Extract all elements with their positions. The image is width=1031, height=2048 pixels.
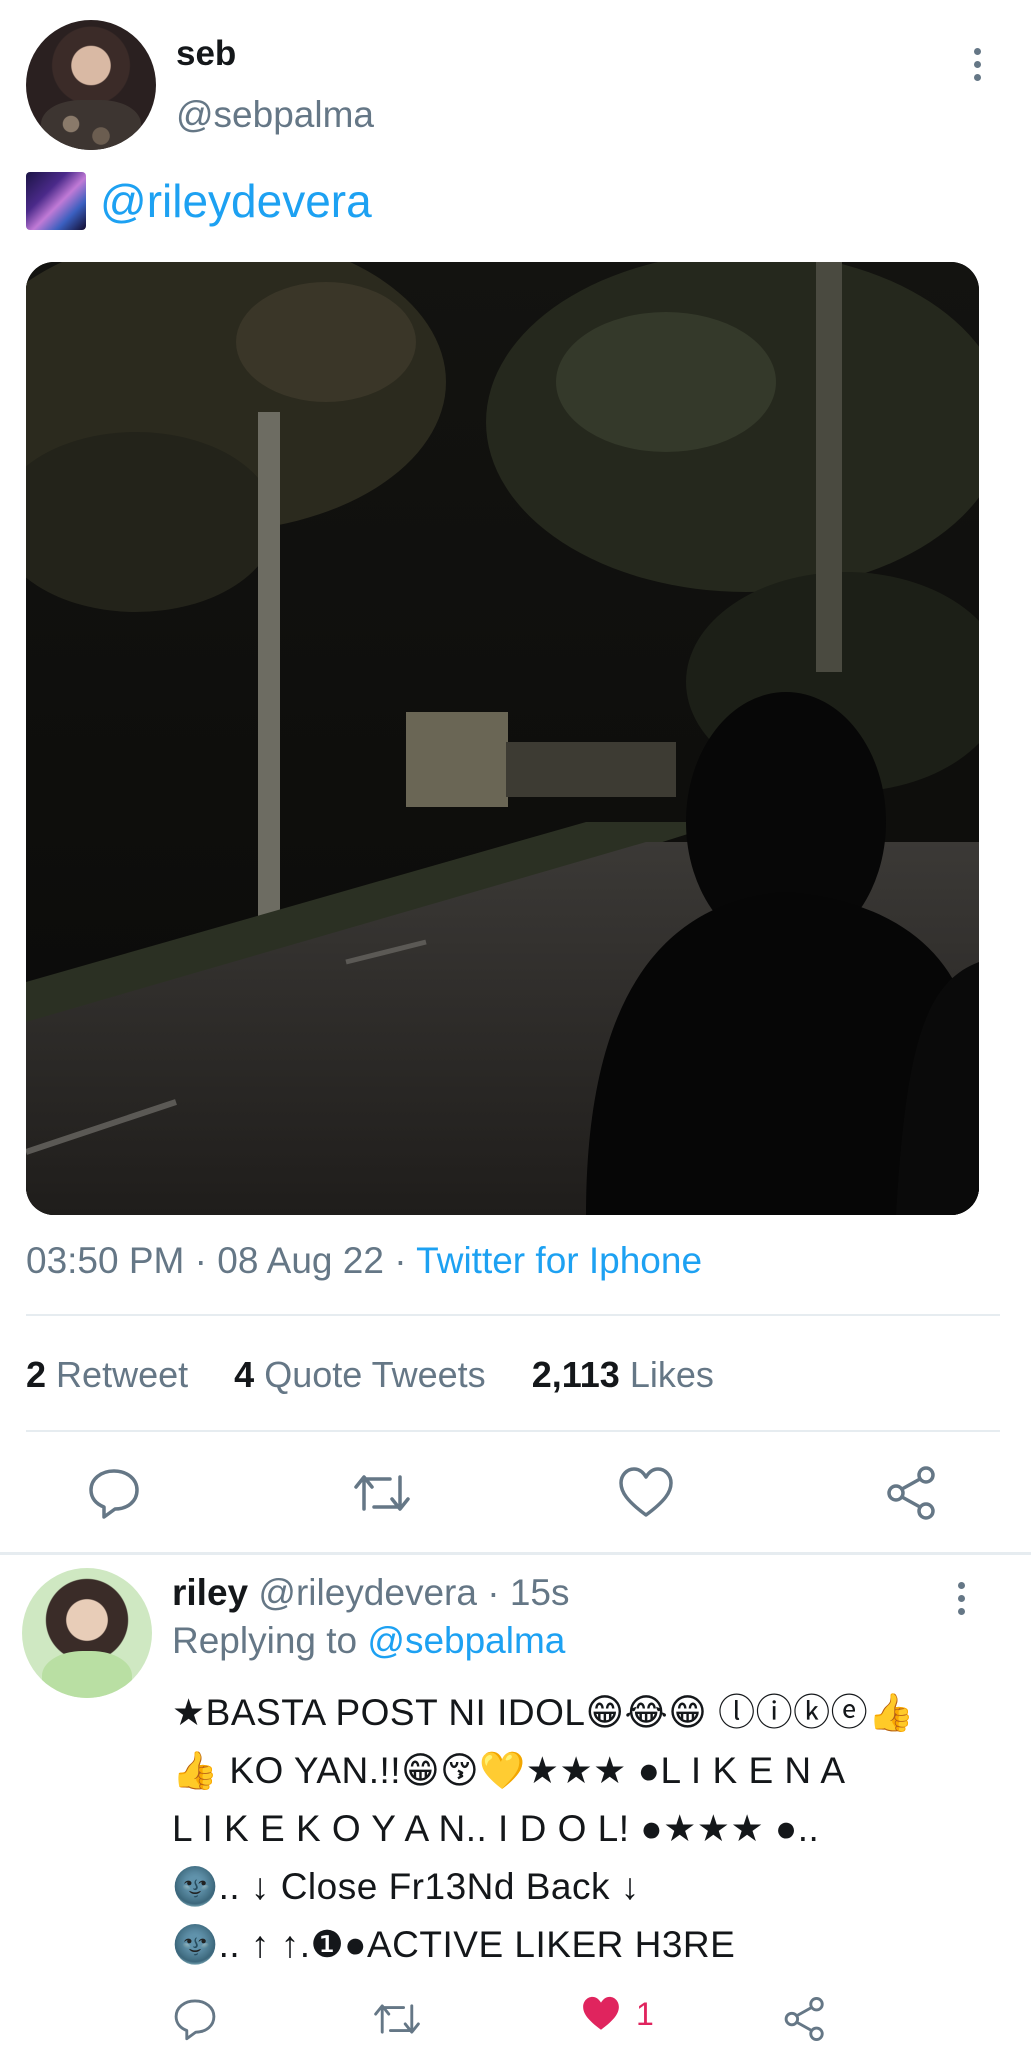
author-handle[interactable]: @sebpalma <box>176 94 374 136</box>
retweets-stat[interactable]: 2 Retweet <box>26 1354 188 1395</box>
section-divider <box>0 1552 1031 1555</box>
reply-like-icon[interactable] <box>580 1994 622 2034</box>
quotes-stat[interactable]: 4 Quote Tweets <box>234 1354 486 1395</box>
tweet-meta: 03:50 PM · 08 Aug 22 · Twitter for Iphon… <box>26 1240 702 1282</box>
reply-line: ★BASTA POST NI IDOL😁😂😁 ⓛⓘⓚⓔ👍 <box>172 1692 915 1733</box>
replying-to-handle[interactable]: @sebpalma <box>367 1620 565 1661</box>
like-icon[interactable] <box>617 1465 675 1521</box>
likes-stat[interactable]: 2,113 Likes <box>532 1354 714 1395</box>
tweet-time: 03:50 PM <box>26 1240 185 1281</box>
reply-like[interactable]: 1 <box>580 1994 654 2034</box>
mention-link[interactable]: @rileydevera <box>100 174 372 228</box>
reply-line: L I K E K O Y A N.. I D O L! ●★★★ ●.. <box>172 1808 820 1849</box>
reply-author-avatar[interactable] <box>22 1568 152 1698</box>
divider <box>26 1314 1000 1316</box>
meta-separator: · <box>194 1240 207 1281</box>
reply-header: riley @rileydevera · 15s <box>172 1572 569 1614</box>
reply-line: 👍 KO YAN.!!😁😚💛★★★ ●L I K E N A <box>172 1750 846 1791</box>
reply-time: 15s <box>509 1572 570 1613</box>
reply-author-handle[interactable]: @rileydevera <box>258 1572 477 1613</box>
author-avatar[interactable] <box>26 20 156 150</box>
divider <box>26 1430 1000 1432</box>
replying-to-label: Replying to <box>172 1620 358 1661</box>
tweet-source-link[interactable]: Twitter for Iphone <box>416 1240 702 1281</box>
galaxy-emoji <box>26 172 86 230</box>
reply-more-vert-icon[interactable] <box>958 1582 968 1621</box>
retweet-icon[interactable] <box>352 1465 412 1521</box>
author-name[interactable]: seb <box>176 34 236 74</box>
meta-separator: · <box>394 1240 407 1281</box>
night-street-image <box>26 262 979 1215</box>
reply-text: ★BASTA POST NI IDOL😁😂😁 ⓛⓘⓚⓔ👍 👍 KO YAN.!!… <box>172 1684 992 1974</box>
reply-author-name[interactable]: riley <box>172 1572 248 1613</box>
reply-line: 🌚.. ↑ ↑.❶●ACTIVE LIKER H3RE <box>172 1924 736 1965</box>
reply-icon[interactable] <box>86 1465 142 1521</box>
reply-separator: · <box>487 1572 500 1613</box>
reply-retweet-icon[interactable] <box>372 1996 422 2042</box>
more-vert-icon[interactable] <box>974 48 984 87</box>
tweet-photo[interactable] <box>26 262 979 1215</box>
replying-to: Replying to @sebpalma <box>172 1620 565 1662</box>
reply-share-icon[interactable] <box>782 1996 828 2042</box>
tweet-stats: 2 Retweet 4 Quote Tweets 2,113 Likes <box>26 1354 714 1396</box>
share-icon[interactable] <box>884 1465 940 1521</box>
reply-like-count: 1 <box>636 1995 654 2032</box>
reply-line: 🌚.. ↓ Close Fr13Nd Back ↓ <box>172 1866 640 1907</box>
reply-reply-icon[interactable] <box>172 1996 218 2042</box>
tweet-date: 08 Aug 22 <box>217 1240 384 1281</box>
